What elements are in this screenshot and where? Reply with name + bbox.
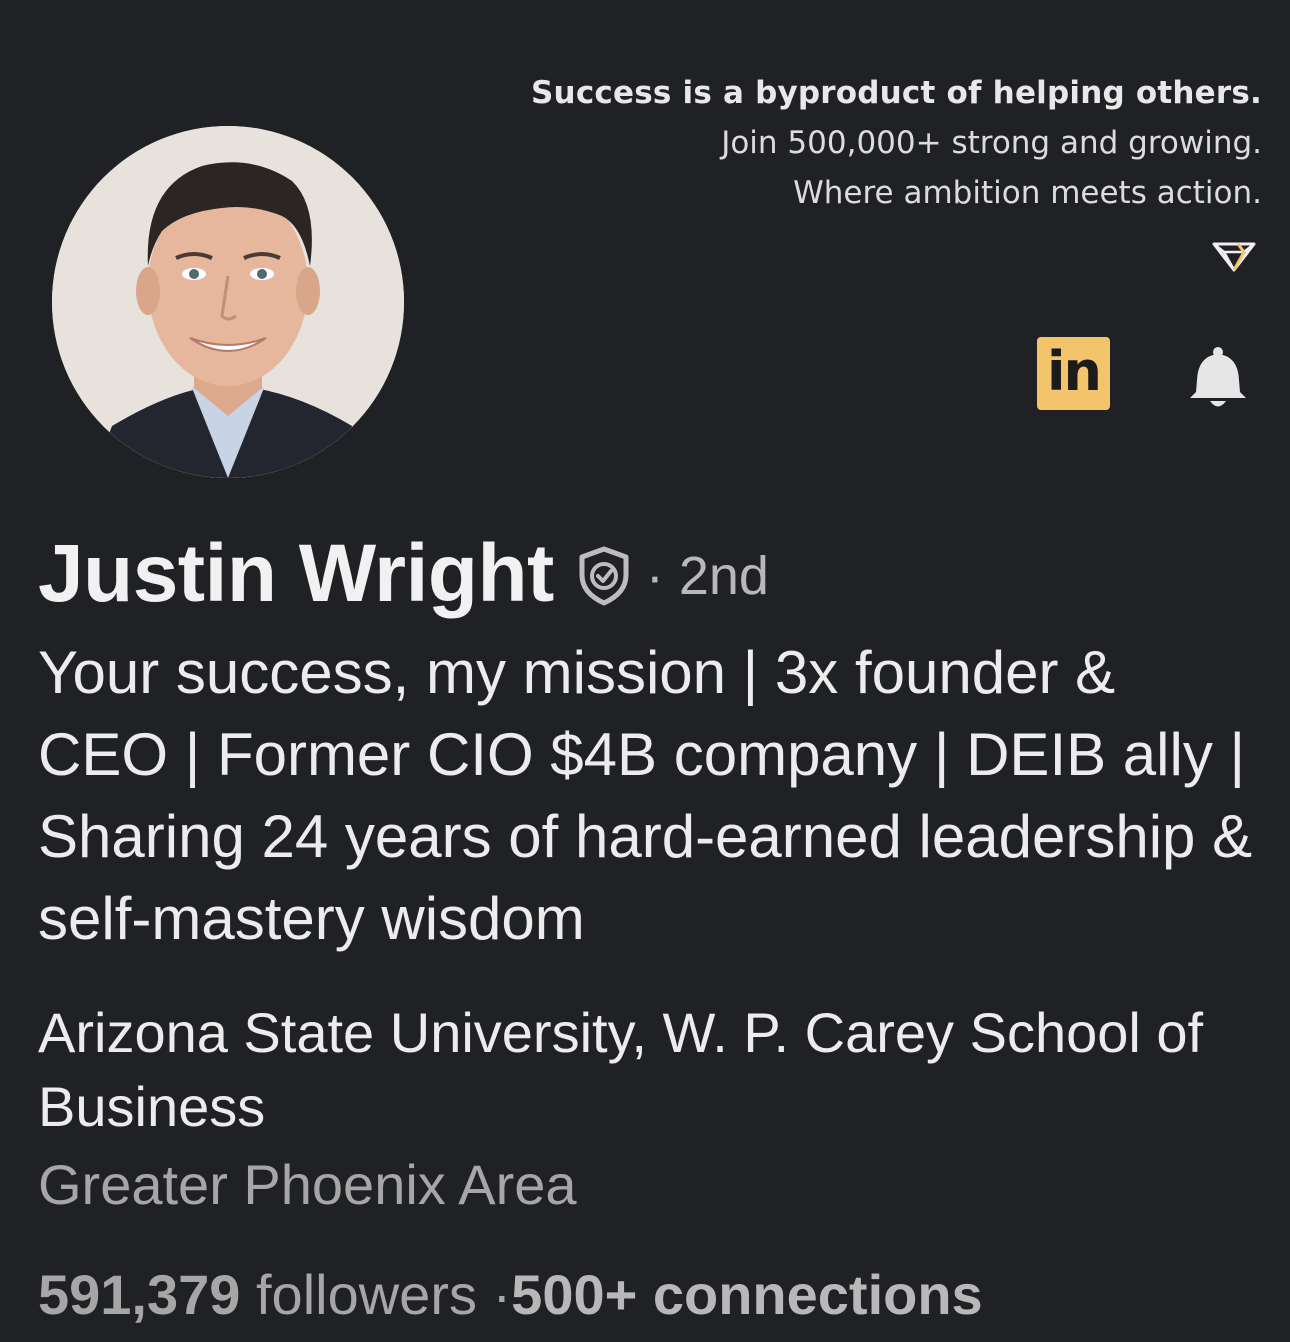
profile-education[interactable]: Arizona State University, W. P. Carey Sc… — [38, 996, 1258, 1144]
linkedin-icon[interactable]: in — [1037, 337, 1110, 410]
followers-label: followers · — [240, 1263, 512, 1326]
shield-check-icon[interactable] — [576, 545, 632, 607]
banner-tagline: Success is a byproduct of helping others… — [531, 68, 1262, 218]
profile-avatar[interactable] — [52, 126, 404, 478]
diamond-icon — [1212, 242, 1256, 272]
profile-location: Greater Phoenix Area — [38, 1153, 577, 1216]
connection-degree: · 2nd — [645, 546, 769, 606]
avatar-photo — [52, 126, 404, 478]
connections-link[interactable]: 500+ connections — [511, 1263, 983, 1326]
profile-name: Justin Wright — [38, 528, 554, 619]
tagline-line-3: Where ambition meets action. — [793, 175, 1262, 211]
linkedin-label: in — [1047, 339, 1102, 403]
followers-count[interactable]: 591,379 — [38, 1263, 240, 1326]
name-row: Justin Wright · 2nd — [38, 526, 769, 622]
tagline-line-2: Join 500,000+ strong and growing. — [721, 125, 1262, 161]
bell-icon[interactable] — [1184, 344, 1252, 412]
tagline-line-1: Success is a byproduct of helping others… — [531, 75, 1262, 111]
profile-stats: 591,379 followers ·500+ connections — [38, 1258, 983, 1332]
profile-headline: Your success, my mission | 3x founder & … — [38, 639, 1253, 952]
